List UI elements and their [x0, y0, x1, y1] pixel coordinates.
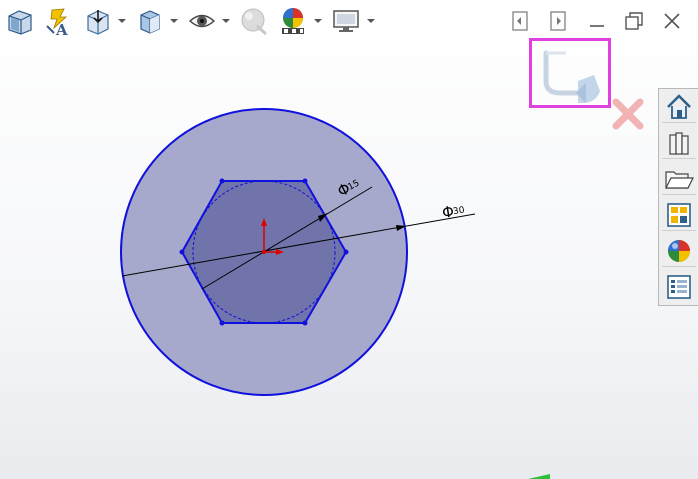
- maximize-button[interactable]: [619, 6, 649, 36]
- svg-text:A: A: [55, 21, 68, 36]
- chevron-down-icon: [170, 19, 178, 23]
- view-orientation-icon: [87, 10, 109, 35]
- dynamic-annotation-icon: A: [46, 8, 68, 36]
- view-settings-button[interactable]: [329, 4, 363, 38]
- apply-scene-button[interactable]: [276, 4, 310, 38]
- hide-show-items-dropdown[interactable]: [221, 16, 231, 26]
- view-palette-icon: [667, 202, 691, 227]
- task-pane-appearances[interactable]: [662, 235, 696, 267]
- task-pane-design-library[interactable]: [662, 127, 696, 159]
- view-orientation-button[interactable]: [81, 4, 115, 38]
- task-pane-resources[interactable]: [662, 91, 696, 123]
- section-view-icon: [8, 10, 32, 35]
- display-style-icon: [140, 10, 160, 34]
- maximize-icon: [625, 12, 643, 30]
- dim-label-30[interactable]: Φ 30: [441, 201, 466, 222]
- hide-show-items-button[interactable]: [185, 4, 219, 38]
- confirmation-corner-ok[interactable]: [529, 38, 611, 108]
- custom-properties-icon: [667, 275, 691, 299]
- tile-right-button[interactable]: [543, 6, 573, 36]
- display-style-dropdown[interactable]: [169, 16, 179, 26]
- chevron-down-icon: [118, 19, 126, 23]
- heads-up-toolbar: A: [0, 0, 390, 44]
- confirm-exit-sketch-icon: [543, 50, 600, 103]
- edit-appearance-icon: [241, 8, 267, 36]
- cancel-sketch-icon: [612, 98, 644, 130]
- task-pane-view-palette[interactable]: [662, 199, 696, 231]
- task-pane-custom-properties[interactable]: [662, 271, 696, 303]
- tile-left-button[interactable]: [505, 6, 535, 36]
- triad-fragment: [528, 474, 550, 479]
- chevron-down-icon: [314, 19, 322, 23]
- display-style-button[interactable]: [133, 4, 167, 38]
- task-pane-tabs: [658, 88, 698, 306]
- apply-scene-dropdown[interactable]: [313, 16, 323, 26]
- close-button[interactable]: [657, 6, 687, 36]
- restore-right-icon: [550, 11, 566, 31]
- view-orientation-dropdown[interactable]: [117, 16, 127, 26]
- view-settings-dropdown[interactable]: [366, 16, 376, 26]
- appearances-scenes-icon: [668, 239, 690, 262]
- dynamic-annotation-button[interactable]: A: [42, 4, 76, 38]
- dim-value-30: 30: [452, 206, 465, 218]
- close-icon: [664, 13, 680, 29]
- chevron-down-icon: [367, 19, 375, 23]
- chevron-down-icon: [222, 19, 230, 23]
- scene-icon: [282, 8, 304, 34]
- minimize-icon: [590, 25, 604, 27]
- edit-appearance-button[interactable]: [237, 4, 271, 38]
- design-library-icon: [669, 131, 689, 155]
- home-icon: [667, 93, 691, 119]
- folder-icon: [665, 170, 694, 189]
- task-pane-file-explorer[interactable]: [662, 163, 696, 195]
- section-view-button[interactable]: [3, 4, 37, 38]
- eye-icon: [188, 14, 216, 28]
- restore-left-icon: [512, 11, 528, 31]
- monitor-icon: [333, 10, 359, 32]
- confirmation-corner-cancel[interactable]: [608, 94, 648, 134]
- minimize-button[interactable]: [582, 6, 612, 36]
